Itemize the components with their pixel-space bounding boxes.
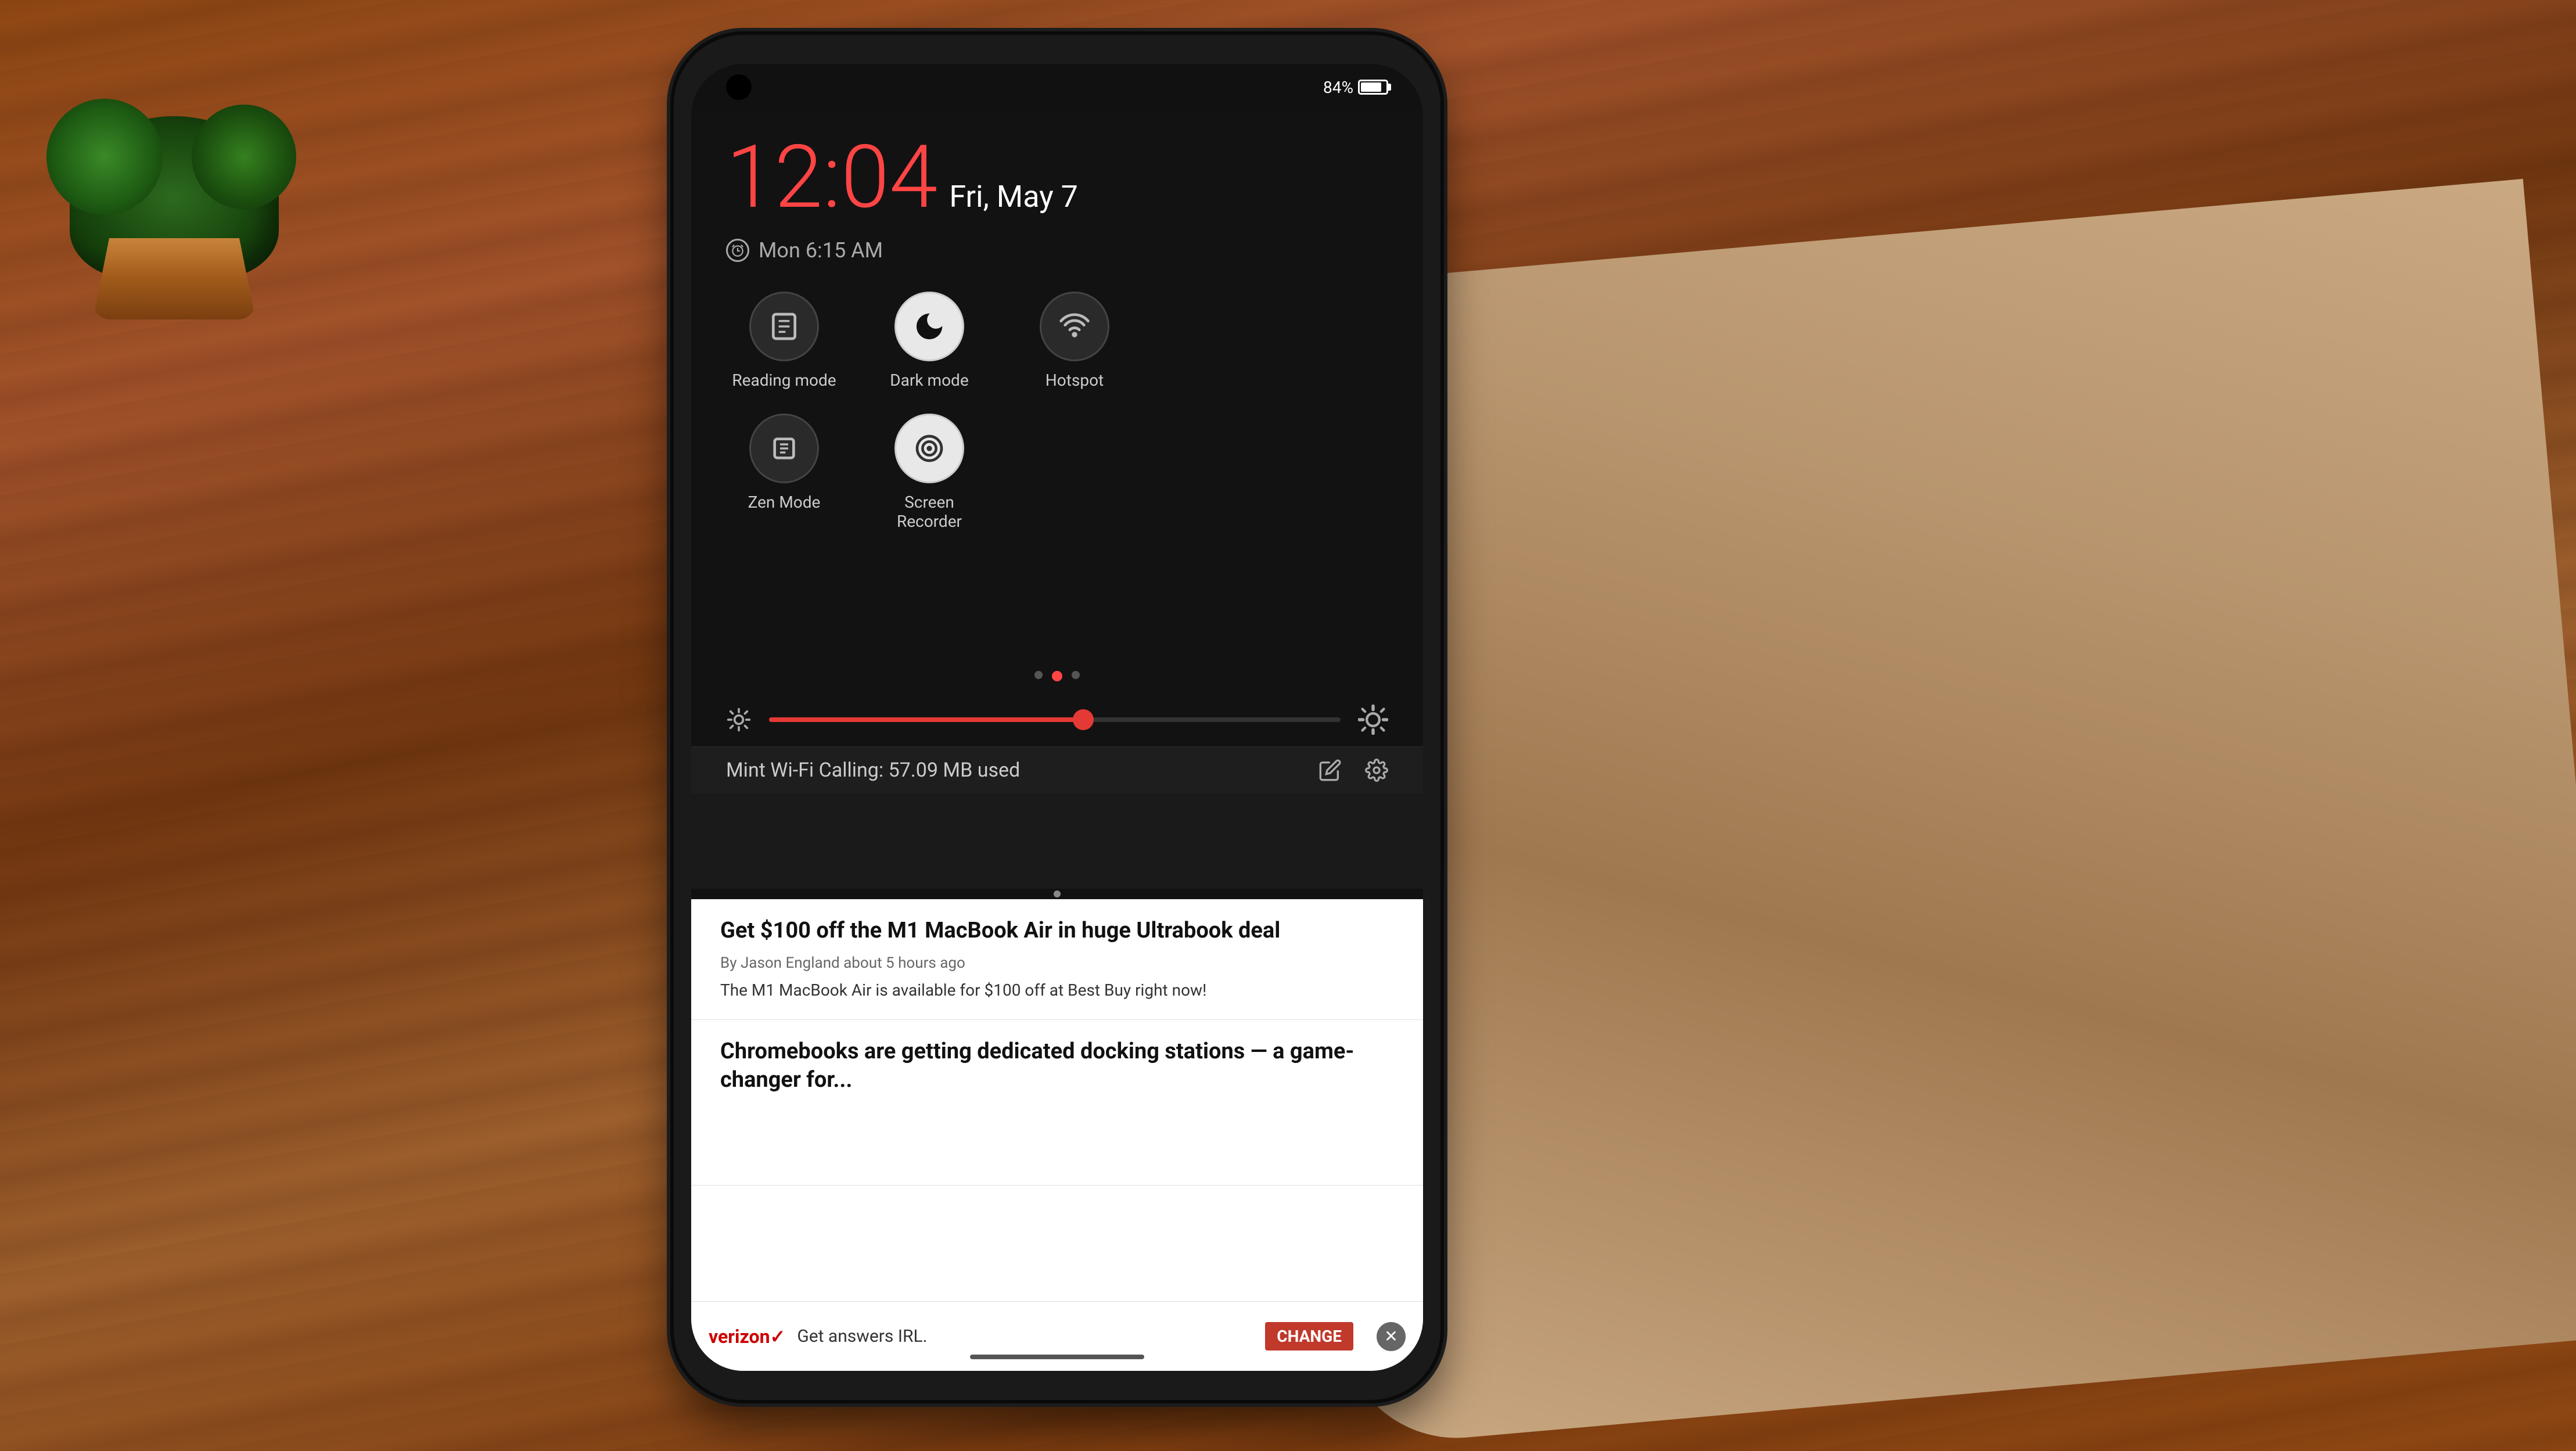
camera-hole — [726, 74, 752, 100]
scroll-indicator — [691, 889, 1423, 899]
plant-pot — [58, 116, 290, 319]
screen-recorder-tile[interactable]: Screen Recorder — [871, 414, 987, 531]
battery-icon — [1358, 80, 1388, 95]
brightness-low-icon — [726, 707, 752, 732]
network-name-label: Mint Wi-Fi Calling: 57.09 MB used — [726, 759, 1307, 782]
home-indicator[interactable] — [970, 1355, 1144, 1359]
hotspot-label: Hotspot — [1046, 371, 1104, 390]
screen-recorder-label: Screen Recorder — [871, 493, 987, 531]
dark-mode-circle[interactable] — [894, 292, 964, 361]
alarm-time-label: Mon 6:15 AM — [759, 238, 883, 263]
page-dot-2 — [1052, 671, 1062, 681]
article-item-1[interactable]: Get $100 off the M1 MacBook Air in huge … — [691, 899, 1423, 1020]
battery-fill — [1361, 82, 1381, 92]
status-bar: 84% — [691, 64, 1423, 110]
network-edit-icon[interactable] — [1318, 759, 1342, 782]
dark-mode-tile[interactable]: Dark mode — [871, 292, 987, 390]
zen-mode-tile[interactable]: Zen Mode — [726, 414, 842, 531]
article-byline-1: By Jason England about 5 hours ago — [720, 954, 1394, 972]
hand — [1250, 179, 2576, 1448]
article-title-1: Get $100 off the M1 MacBook Air in huge … — [720, 917, 1394, 945]
ad-brand-logo: verizon✓ — [709, 1326, 785, 1348]
zen-mode-circle[interactable] — [749, 414, 819, 483]
clock-section: 12:04 Fri, May 7 — [691, 110, 1423, 232]
brightness-high-icon — [1358, 705, 1388, 735]
hotspot-circle[interactable] — [1040, 292, 1109, 361]
ad-change-button[interactable]: CHANGE — [1265, 1322, 1353, 1351]
alarm-icon — [726, 239, 749, 262]
reading-mode-circle[interactable] — [749, 292, 819, 361]
brightness-slider[interactable] — [769, 717, 1341, 722]
dark-mode-label: Dark mode — [890, 371, 968, 390]
notification-panel: 12:04 Fri, May 7 Mon 6:15 AM — [691, 110, 1423, 793]
page-dot-3 — [1072, 671, 1080, 679]
page-indicator — [691, 659, 1423, 693]
page-dot-1 — [1034, 671, 1043, 679]
hotspot-tile[interactable]: Hotspot — [1016, 292, 1133, 390]
article-title-2: Chromebooks are getting dedicated dockin… — [720, 1037, 1394, 1095]
reading-mode-tile[interactable]: Reading mode — [726, 292, 842, 390]
battery-percent-label: 84% — [1323, 78, 1353, 97]
network-row: Mint Wi-Fi Calling: 57.09 MB used — [691, 746, 1423, 793]
phone-device: 84% 12:04 Fri, May 7 — [674, 35, 1440, 1400]
plant-decoration — [0, 0, 407, 407]
network-settings-icon[interactable] — [1365, 759, 1388, 782]
ad-close-button[interactable]: ✕ — [1377, 1322, 1406, 1351]
brightness-fill — [769, 717, 1083, 722]
battery-indicator: 84% — [1323, 78, 1388, 97]
brightness-thumb[interactable] — [1073, 709, 1094, 730]
phone-screen: 84% 12:04 Fri, May 7 — [691, 64, 1423, 1371]
clock-time: 12:04 — [726, 134, 937, 221]
scroll-dot — [1054, 890, 1061, 897]
web-content-area: Get $100 off the M1 MacBook Air in huge … — [691, 889, 1423, 1371]
reading-mode-label: Reading mode — [732, 371, 836, 390]
quick-tiles-row1: Reading mode Dark mode — [691, 280, 1423, 402]
alarm-row: Mon 6:15 AM — [691, 232, 1423, 280]
brightness-row — [691, 693, 1423, 746]
article-item-2[interactable]: Chromebooks are getting dedicated dockin… — [691, 1020, 1423, 1186]
clock-date: Fri, May 7 — [949, 179, 1078, 214]
article-excerpt-1: The M1 MacBook Air is available for $100… — [720, 979, 1394, 1001]
screen-recorder-circle[interactable] — [894, 414, 964, 483]
quick-tiles-row2: Zen Mode Screen Recorder — [691, 402, 1423, 543]
zen-mode-label: Zen Mode — [748, 493, 821, 512]
ad-banner[interactable]: verizon✓ Get answers IRL. CHANGE ✕ — [691, 1301, 1423, 1371]
ad-text: Get answers IRL. — [797, 1326, 1253, 1346]
spacer — [691, 543, 1423, 659]
pot-body — [93, 238, 256, 319]
